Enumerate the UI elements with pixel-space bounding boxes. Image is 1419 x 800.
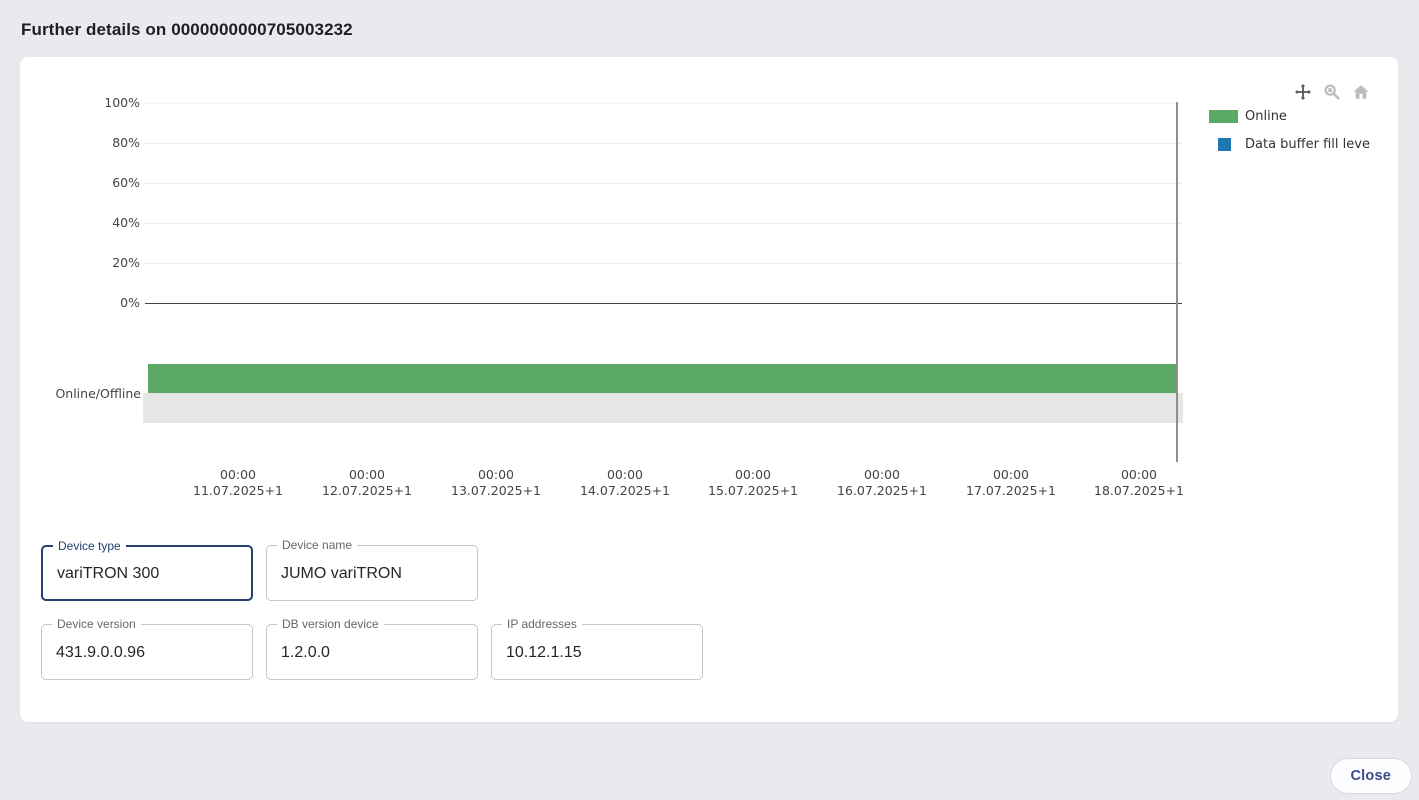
pan-icon[interactable] <box>1294 83 1312 101</box>
x-tick-time: 00:00 <box>178 467 298 483</box>
online-status-bar <box>148 364 1178 393</box>
db-version-device-field: DB version device <box>266 624 478 680</box>
device-version-input[interactable] <box>42 625 252 679</box>
gridline-100 <box>145 103 1182 104</box>
x-tick-date: 14.07.2025+1 <box>565 483 685 499</box>
legend-item-online[interactable]: Online <box>1209 109 1287 124</box>
y-tick: 100% <box>20 95 140 111</box>
x-tick-time: 00:00 <box>951 467 1071 483</box>
gridline-60 <box>145 183 1182 184</box>
x-tick: 00:0017.07.2025+1 <box>951 467 1071 499</box>
x-tick: 00:0011.07.2025+1 <box>178 467 298 499</box>
x-tick-time: 00:00 <box>307 467 427 483</box>
y-tick: 20% <box>20 255 140 271</box>
gridline-40 <box>145 223 1182 224</box>
gridline-80 <box>145 143 1182 144</box>
home-icon[interactable] <box>1352 83 1370 101</box>
x-tick-date: 16.07.2025+1 <box>822 483 942 499</box>
legend-swatch-online <box>1209 110 1238 123</box>
x-tick-date: 13.07.2025+1 <box>436 483 556 499</box>
close-button[interactable]: Close <box>1330 758 1413 794</box>
x-tick-time: 00:00 <box>693 467 813 483</box>
db-version-device-input[interactable] <box>267 625 477 679</box>
x-tick-date: 15.07.2025+1 <box>693 483 813 499</box>
x-tick-date: 17.07.2025+1 <box>951 483 1071 499</box>
zero-axis-line <box>145 303 1182 304</box>
row-label-online-offline: Online/Offline <box>20 386 141 402</box>
x-tick: 00:0015.07.2025+1 <box>693 467 813 499</box>
x-tick: 00:0016.07.2025+1 <box>822 467 942 499</box>
x-tick-time: 00:00 <box>436 467 556 483</box>
y-tick: 40% <box>20 215 140 231</box>
legend-item-data-buffer[interactable]: Data buffer fill leve <box>1218 137 1370 152</box>
device-version-field: Device version <box>41 624 253 680</box>
device-type-field: Device type <box>41 545 253 601</box>
x-tick-time: 00:00 <box>565 467 685 483</box>
legend-swatch-data-buffer <box>1218 138 1231 151</box>
x-tick-date: 11.07.2025+1 <box>178 483 298 499</box>
x-tick: 00:0018.07.2025+1 <box>1079 467 1199 499</box>
x-tick-date: 12.07.2025+1 <box>307 483 427 499</box>
details-card: 100% 80% 60% 40% 20% 0% Online/Offline 0… <box>20 57 1398 722</box>
y-tick: 60% <box>20 175 140 191</box>
x-tick-time: 00:00 <box>1079 467 1199 483</box>
status-chart[interactable]: 100% 80% 60% 40% 20% 0% Online/Offline 0… <box>20 57 1398 537</box>
page-title: Further details on 0000000000705003232 <box>21 20 353 40</box>
x-tick: 00:0013.07.2025+1 <box>436 467 556 499</box>
current-time-marker <box>1176 102 1178 462</box>
ip-addresses-input[interactable] <box>492 625 702 679</box>
x-tick-time: 00:00 <box>822 467 942 483</box>
legend-label: Online <box>1245 109 1287 124</box>
gridline-20 <box>145 263 1182 264</box>
legend-label: Data buffer fill leve <box>1245 137 1370 152</box>
y-tick: 80% <box>20 135 140 151</box>
box-zoom-icon[interactable] <box>1323 83 1341 101</box>
y-tick: 0% <box>20 295 140 311</box>
device-name-input[interactable] <box>267 546 477 600</box>
x-tick: 00:0014.07.2025+1 <box>565 467 685 499</box>
device-name-field: Device name <box>266 545 478 601</box>
ip-addresses-field: IP addresses <box>491 624 703 680</box>
x-tick-date: 18.07.2025+1 <box>1079 483 1199 499</box>
x-tick: 00:0012.07.2025+1 <box>307 467 427 499</box>
chart-toolbar <box>1294 83 1370 101</box>
offline-track-bar <box>143 393 1183 423</box>
device-type-input[interactable] <box>43 547 251 599</box>
